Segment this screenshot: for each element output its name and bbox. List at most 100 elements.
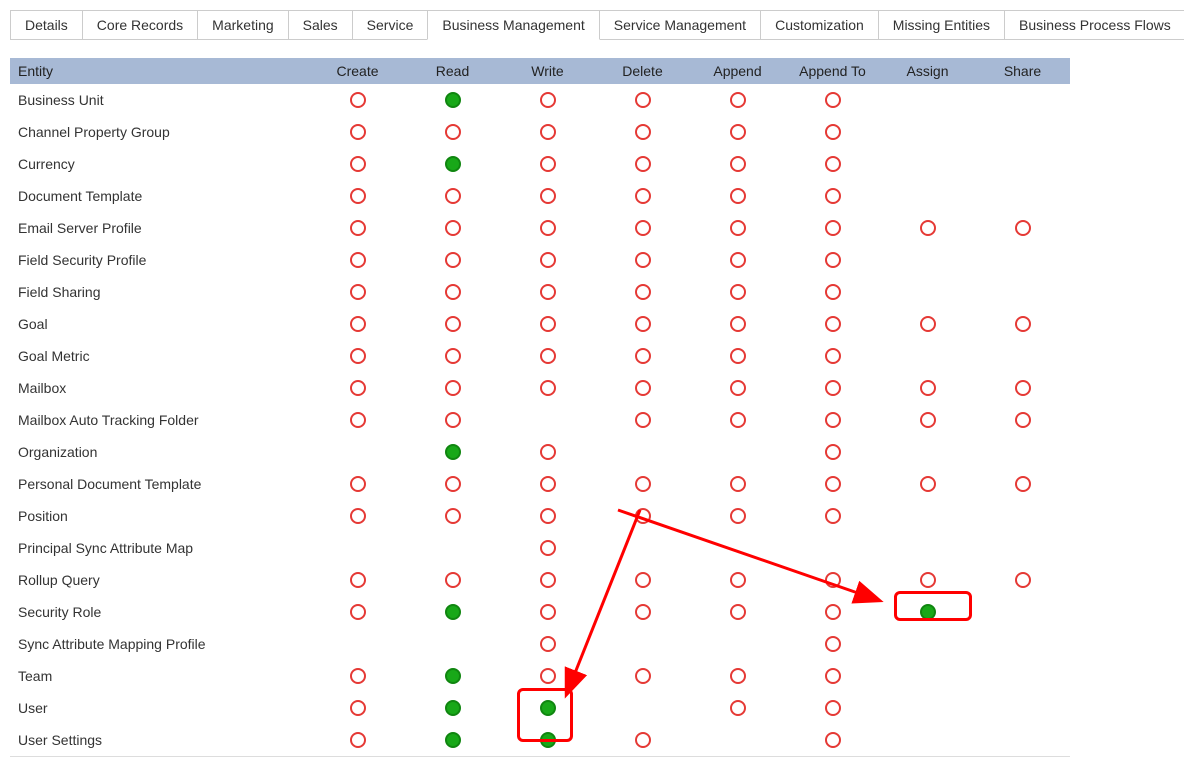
perm-none-icon[interactable] [540,668,556,684]
perm-none-icon[interactable] [445,412,461,428]
perm-none-icon[interactable] [825,604,841,620]
perm-none-icon[interactable] [540,316,556,332]
perm-none-icon[interactable] [635,572,651,588]
perm-none-icon[interactable] [730,92,746,108]
perm-none-icon[interactable] [730,220,746,236]
tab-business-management[interactable]: Business Management [427,10,599,40]
perm-none-icon[interactable] [825,124,841,140]
perm-none-icon[interactable] [540,284,556,300]
column-header-append[interactable]: Append [690,60,785,82]
perm-none-icon[interactable] [825,636,841,652]
perm-none-icon[interactable] [1015,412,1031,428]
perm-none-icon[interactable] [540,92,556,108]
perm-none-icon[interactable] [920,476,936,492]
perm-none-icon[interactable] [730,668,746,684]
perm-none-icon[interactable] [730,508,746,524]
perm-none-icon[interactable] [920,412,936,428]
perm-none-icon[interactable] [730,316,746,332]
perm-full-icon[interactable] [445,92,461,108]
perm-none-icon[interactable] [635,156,651,172]
perm-none-icon[interactable] [350,220,366,236]
perm-none-icon[interactable] [635,476,651,492]
perm-none-icon[interactable] [445,508,461,524]
perm-none-icon[interactable] [825,156,841,172]
perm-none-icon[interactable] [730,604,746,620]
perm-none-icon[interactable] [635,668,651,684]
perm-full-icon[interactable] [445,732,461,748]
perm-none-icon[interactable] [730,412,746,428]
perm-none-icon[interactable] [635,348,651,364]
perm-none-icon[interactable] [635,316,651,332]
perm-none-icon[interactable] [635,412,651,428]
perm-none-icon[interactable] [540,380,556,396]
perm-none-icon[interactable] [350,156,366,172]
perm-none-icon[interactable] [920,380,936,396]
column-header-entity[interactable]: Entity [10,60,310,82]
perm-none-icon[interactable] [635,220,651,236]
column-header-write[interactable]: Write [500,60,595,82]
tab-business-process-flows[interactable]: Business Process Flows [1004,10,1184,40]
column-header-append-to[interactable]: Append To [785,60,880,82]
perm-none-icon[interactable] [350,124,366,140]
perm-none-icon[interactable] [350,732,366,748]
perm-none-icon[interactable] [540,188,556,204]
column-header-assign[interactable]: Assign [880,60,975,82]
perm-none-icon[interactable] [540,124,556,140]
tab-details[interactable]: Details [10,10,83,40]
column-header-delete[interactable]: Delete [595,60,690,82]
perm-none-icon[interactable] [350,572,366,588]
perm-full-icon[interactable] [540,732,556,748]
perm-none-icon[interactable] [825,476,841,492]
perm-none-icon[interactable] [825,380,841,396]
perm-none-icon[interactable] [920,316,936,332]
perm-none-icon[interactable] [445,348,461,364]
perm-full-icon[interactable] [445,700,461,716]
perm-none-icon[interactable] [825,188,841,204]
perm-none-icon[interactable] [635,380,651,396]
perm-none-icon[interactable] [350,316,366,332]
tab-marketing[interactable]: Marketing [197,10,288,40]
perm-none-icon[interactable] [730,156,746,172]
perm-none-icon[interactable] [730,380,746,396]
perm-full-icon[interactable] [445,604,461,620]
perm-none-icon[interactable] [635,252,651,268]
perm-none-icon[interactable] [350,284,366,300]
perm-none-icon[interactable] [825,348,841,364]
perm-none-icon[interactable] [445,572,461,588]
perm-none-icon[interactable] [540,348,556,364]
perm-none-icon[interactable] [350,604,366,620]
column-header-read[interactable]: Read [405,60,500,82]
perm-none-icon[interactable] [825,444,841,460]
perm-none-icon[interactable] [350,252,366,268]
perm-none-icon[interactable] [825,668,841,684]
perm-none-icon[interactable] [730,124,746,140]
perm-full-icon[interactable] [445,444,461,460]
column-header-share[interactable]: Share [975,60,1070,82]
perm-none-icon[interactable] [350,348,366,364]
perm-none-icon[interactable] [730,188,746,204]
perm-none-icon[interactable] [1015,476,1031,492]
perm-none-icon[interactable] [730,476,746,492]
perm-none-icon[interactable] [350,380,366,396]
perm-full-icon[interactable] [445,156,461,172]
perm-none-icon[interactable] [350,92,366,108]
column-header-create[interactable]: Create [310,60,405,82]
perm-none-icon[interactable] [1015,316,1031,332]
perm-none-icon[interactable] [445,476,461,492]
perm-none-icon[interactable] [730,700,746,716]
perm-none-icon[interactable] [540,540,556,556]
perm-none-icon[interactable] [825,412,841,428]
perm-none-icon[interactable] [350,476,366,492]
perm-none-icon[interactable] [350,412,366,428]
perm-none-icon[interactable] [445,380,461,396]
perm-none-icon[interactable] [540,604,556,620]
perm-none-icon[interactable] [825,220,841,236]
perm-none-icon[interactable] [825,316,841,332]
tab-customization[interactable]: Customization [760,10,879,40]
perm-none-icon[interactable] [635,732,651,748]
perm-none-icon[interactable] [445,188,461,204]
perm-none-icon[interactable] [825,92,841,108]
perm-none-icon[interactable] [635,92,651,108]
perm-none-icon[interactable] [540,444,556,460]
perm-none-icon[interactable] [540,252,556,268]
